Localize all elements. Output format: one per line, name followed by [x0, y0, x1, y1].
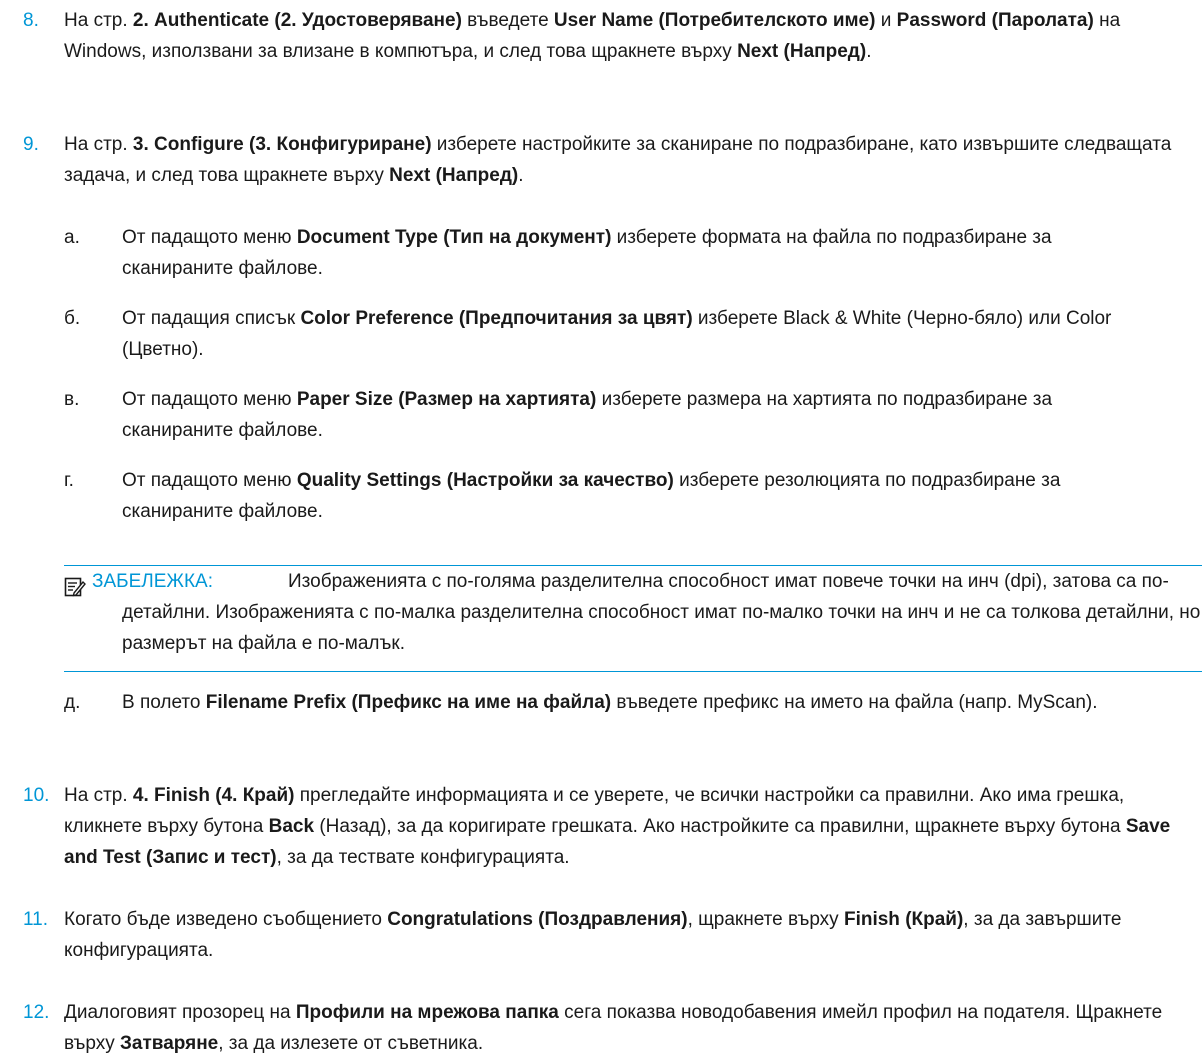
ui-term: Finish (Край) [843, 909, 964, 930]
ui-term: Quality Settings (Настройки за качество) [296, 470, 674, 491]
ui-term: Save and Test (Запис и тест) [64, 816, 1171, 868]
note-pencil-icon [64, 577, 86, 597]
step-number: 12. [23, 1002, 50, 1023]
ui-term: 2. Authenticate (2. Удостоверяване) [132, 10, 462, 31]
ui-term: Congratulations (Поздравления) [387, 909, 688, 930]
substep-letter: а. [64, 227, 80, 248]
ui-term: Filename Prefix (Префикс на име на файла… [205, 692, 612, 713]
substep-letter: д. [64, 692, 81, 713]
step-number: 11. [23, 909, 49, 930]
step-number: 10. [23, 785, 50, 806]
step-text: На стр. 3. Configure (3. Конфигуриране) … [64, 134, 1172, 186]
step-text: На стр. 4. Finish (4. Край) прегледайте … [64, 785, 1171, 868]
ui-term: Профили на мрежова папка [295, 1002, 559, 1023]
substep-letter: б. [64, 308, 81, 329]
substep-text: От падащия списък Color Preference (Пред… [122, 308, 1112, 360]
substep-letter: г. [64, 470, 74, 491]
substep-letter: в. [64, 389, 80, 410]
ui-term: Password (Паролата) [896, 10, 1094, 31]
ui-term: 3. Configure (3. Конфигуриране) [132, 134, 432, 155]
note-text: Изображенията с по-голяма разделителна с… [122, 571, 1201, 654]
step-text: Когато бъде изведено съобщението Congrat… [64, 909, 1122, 961]
step-number: 9. [23, 134, 39, 155]
substep-text: В полето Filename Prefix (Префикс на име… [122, 692, 1098, 713]
step-text: Диалоговият прозорец на Профили на мрежо… [64, 1002, 1163, 1054]
note-box: ЗАБЕЛЕЖКА: Изображенията с по-голяма раз… [64, 565, 1202, 672]
substep-text: От падащото меню Quality Settings (Настр… [122, 470, 1061, 522]
ui-term: Back [268, 816, 315, 837]
substep-text: От падащото меню Document Type (Тип на д… [122, 227, 1052, 279]
ui-term: Next (Напред) [389, 165, 519, 186]
ui-term: Color Preference (Предпочитания за цвят) [300, 308, 693, 329]
ui-term: Paper Size (Размер на хартията) [296, 389, 597, 410]
step-number: 8. [23, 10, 39, 31]
ui-term: 4. Finish (4. Край) [132, 785, 295, 806]
ui-term: Next (Напред) [737, 41, 867, 62]
ui-term: Document Type (Тип на документ) [296, 227, 612, 248]
step-text: На стр. 2. Authenticate (2. Удостоверява… [64, 10, 1121, 62]
ui-term: Затваряне [119, 1033, 219, 1054]
substep-text: От падащото меню Paper Size (Размер на х… [122, 389, 1053, 441]
ui-term: User Name (Потребителското име) [553, 10, 876, 31]
